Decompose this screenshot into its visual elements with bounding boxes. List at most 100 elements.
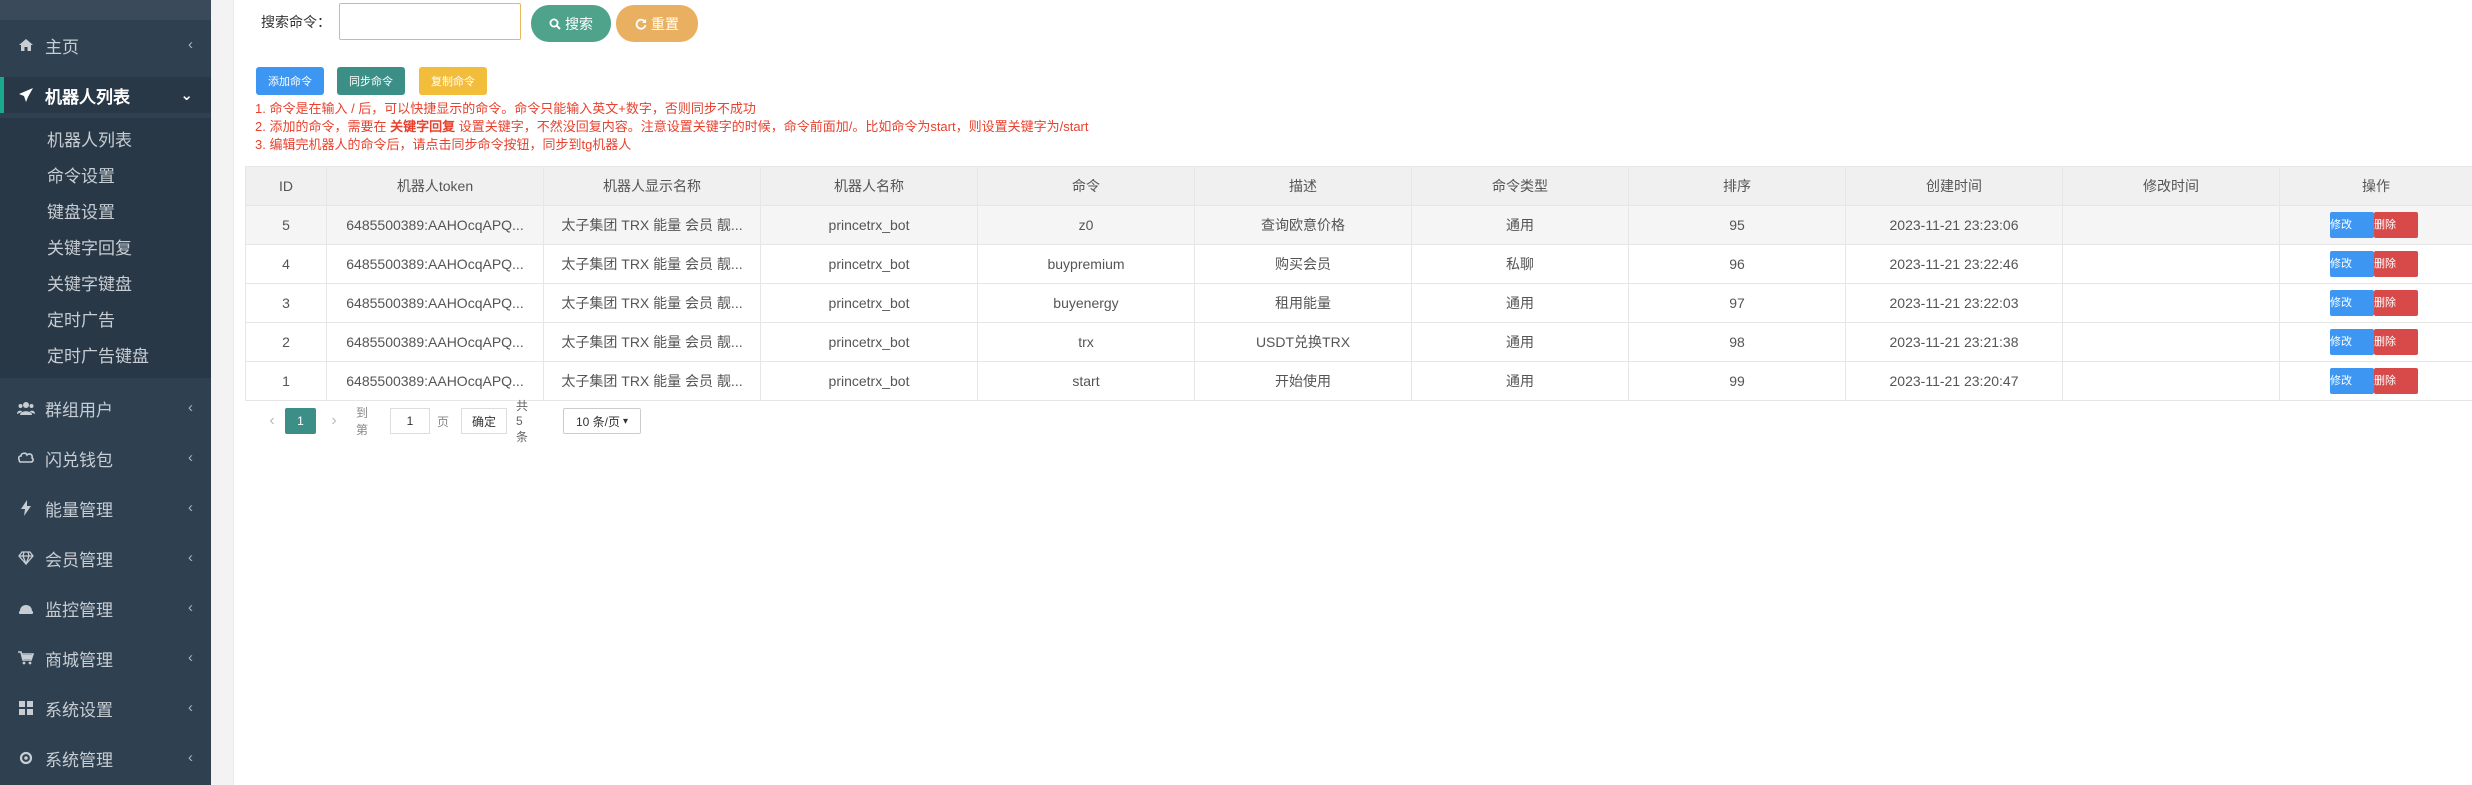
sync-command-button[interactable]: 同步命令 — [337, 67, 405, 95]
chevron-left-icon[interactable]: ‹ — [263, 408, 281, 434]
table-header-row: ID 机器人token 机器人显示名称 机器人名称 命令 描述 命令类型 排序 … — [245, 166, 2472, 206]
search-bar: 搜索命令： — [261, 0, 331, 44]
col-header-actions: 操作 — [2279, 166, 2472, 206]
cell-created: 2023-11-21 23:20:47 — [1845, 361, 2063, 401]
reset-button-label: 重置 — [651, 15, 679, 32]
submenu-keyword-reply[interactable]: 关键字回复 — [47, 234, 132, 259]
nav-monitor[interactable]: 监控管理 ‹ — [0, 590, 211, 626]
cell-actions: 修改 删除 — [2279, 205, 2472, 245]
page-size-select[interactable]: 10 条/页 ▾ — [563, 408, 641, 434]
edit-button[interactable]: 修改 — [2330, 368, 2374, 394]
delete-button[interactable]: 删除 — [2374, 251, 2418, 277]
nav-system-admin[interactable]: 系统管理 ‹ — [0, 740, 211, 776]
delete-button[interactable]: 删除 — [2374, 368, 2418, 394]
submenu-keyboard-settings[interactable]: 键盘设置 — [47, 198, 115, 223]
nav-shop[interactable]: 商城管理 ‹ — [0, 640, 211, 676]
cell-command-type: 通用 — [1411, 361, 1629, 401]
col-header-description[interactable]: 描述 — [1194, 166, 1412, 206]
nav-home[interactable]: 主页 ‹ — [0, 27, 211, 63]
delete-button[interactable]: 删除 — [2374, 329, 2418, 355]
col-header-token[interactable]: 机器人token — [326, 166, 544, 206]
search-command-input[interactable] — [339, 3, 521, 40]
nav-flash-wallet-label: 闪兑钱包 — [45, 450, 113, 470]
refresh-icon — [635, 18, 647, 30]
nav-group-users-label: 群组用户 — [45, 400, 113, 420]
nav-system-settings[interactable]: 系统设置 ‹ — [0, 690, 211, 726]
note-line-1: 1. 命令是在输入 / 后，可以快捷显示的命令。命令只能输入英文+数字，否则同步… — [255, 101, 756, 116]
edit-button[interactable]: 修改 — [2330, 329, 2374, 355]
submenu-scheduled-ads[interactable]: 定时广告 — [47, 306, 115, 331]
edit-button[interactable]: 修改 — [2330, 212, 2374, 238]
note-line-2-bold: 关键字回复 — [390, 119, 456, 134]
delete-button[interactable]: 删除 — [2374, 212, 2418, 238]
col-header-command-type[interactable]: 命令类型 — [1411, 166, 1629, 206]
delete-button[interactable]: 删除 — [2374, 290, 2418, 316]
cell-actions: 修改 删除 — [2279, 322, 2472, 362]
cell-sort: 99 — [1628, 361, 1846, 401]
cell-command-type: 通用 — [1411, 283, 1629, 323]
chevron-right-icon[interactable]: › — [325, 408, 343, 434]
copy-command-button[interactable]: 复制命令 — [419, 67, 487, 95]
search-button[interactable]: 搜索 — [531, 5, 611, 42]
bolt-icon — [15, 500, 37, 516]
submenu-scheduled-ads-keyboard[interactable]: 定时广告键盘 — [47, 342, 149, 367]
nav-group-users[interactable]: 群组用户 ‹ — [0, 390, 211, 426]
chevron-down-icon: ▾ — [623, 415, 629, 427]
col-header-bot-name[interactable]: 机器人名称 — [760, 166, 978, 206]
cell-description: USDT兑换TRX — [1194, 322, 1412, 362]
table-row[interactable]: 2 6485500389:AAHOcqAPQ... 太子集团 TRX 能量 会员… — [245, 322, 2472, 362]
table-row[interactable]: 1 6485500389:AAHOcqAPQ... 太子集团 TRX 能量 会员… — [245, 361, 2472, 401]
nav-members[interactable]: 会员管理 ‹ — [0, 540, 211, 576]
nav-flash-wallet[interactable]: 闪兑钱包 ‹ — [0, 440, 211, 476]
cell-created: 2023-11-21 23:23:06 — [1845, 205, 2063, 245]
col-header-display-name[interactable]: 机器人显示名称 — [543, 166, 761, 206]
cell-bot-name: princetrx_bot — [760, 205, 978, 245]
cell-display-name: 太子集团 TRX 能量 会员 靓... — [543, 361, 761, 401]
col-header-sort[interactable]: 排序 — [1628, 166, 1846, 206]
content-border — [233, 0, 234, 785]
col-header-created[interactable]: 创建时间 — [1845, 166, 2063, 206]
goto-label: 到第 — [356, 406, 369, 437]
search-icon — [549, 18, 561, 30]
edit-button[interactable]: 修改 — [2330, 290, 2374, 316]
cell-token: 6485500389:AAHOcqAPQ... — [326, 244, 544, 284]
cell-command-type: 私聊 — [1411, 244, 1629, 284]
table-row[interactable]: 4 6485500389:AAHOcqAPQ... 太子集团 TRX 能量 会员… — [245, 244, 2472, 284]
cell-description: 租用能量 — [1194, 283, 1412, 323]
cell-modified — [2062, 244, 2280, 284]
cell-command: trx — [977, 322, 1195, 362]
chevron-left-icon: ‹ — [188, 649, 193, 666]
commands-table: ID 机器人token 机器人显示名称 机器人名称 命令 描述 命令类型 排序 … — [245, 166, 2472, 401]
submenu-keyword-keyboard[interactable]: 关键字键盘 — [47, 270, 132, 295]
nav-bot-list-label: 机器人列表 — [45, 87, 130, 107]
goto-page-input[interactable]: 1 — [390, 408, 430, 434]
page-size-value: 10 条/页 — [575, 414, 620, 429]
cell-display-name: 太子集团 TRX 能量 会员 靓... — [543, 283, 761, 323]
gear-icon — [15, 750, 37, 766]
col-header-modified[interactable]: 修改时间 — [2062, 166, 2280, 206]
submenu-bot-list[interactable]: 机器人列表 — [47, 126, 132, 151]
nav-energy[interactable]: 能量管理 ‹ — [0, 490, 211, 526]
page-current[interactable]: 1 — [285, 408, 316, 434]
cell-created: 2023-11-21 23:22:46 — [1845, 244, 2063, 284]
chevron-left-icon: ‹ — [188, 36, 193, 53]
col-header-id[interactable]: ID — [245, 166, 327, 206]
col-header-command[interactable]: 命令 — [977, 166, 1195, 206]
nav-bot-list[interactable]: 机器人列表 ⌄ — [0, 77, 211, 113]
goto-confirm-button[interactable]: 确定 — [461, 408, 507, 434]
cell-description: 开始使用 — [1194, 361, 1412, 401]
nav-system-admin-label: 系统管理 — [45, 750, 113, 770]
table-row[interactable]: 3 6485500389:AAHOcqAPQ... 太子集团 TRX 能量 会员… — [245, 283, 2472, 323]
cell-token: 6485500389:AAHOcqAPQ... — [326, 283, 544, 323]
monitor-icon — [15, 601, 37, 615]
edit-button[interactable]: 修改 — [2330, 251, 2374, 277]
cell-command: buyenergy — [977, 283, 1195, 323]
cell-display-name: 太子集团 TRX 能量 会员 靓... — [543, 322, 761, 362]
cell-command-type: 通用 — [1411, 205, 1629, 245]
help-notes: 1. 命令是在输入 / 后，可以快捷显示的命令。命令只能输入英文+数字，否则同步… — [255, 100, 1089, 154]
note-line-2-pre: 2. 添加的命令，需要在 — [255, 119, 391, 134]
submenu-command-settings[interactable]: 命令设置 — [47, 162, 115, 187]
reset-button[interactable]: 重置 — [616, 5, 698, 42]
add-command-button[interactable]: 添加命令 — [256, 67, 324, 95]
table-row[interactable]: 5 6485500389:AAHOcqAPQ... 太子集团 TRX 能量 会员… — [245, 205, 2472, 245]
